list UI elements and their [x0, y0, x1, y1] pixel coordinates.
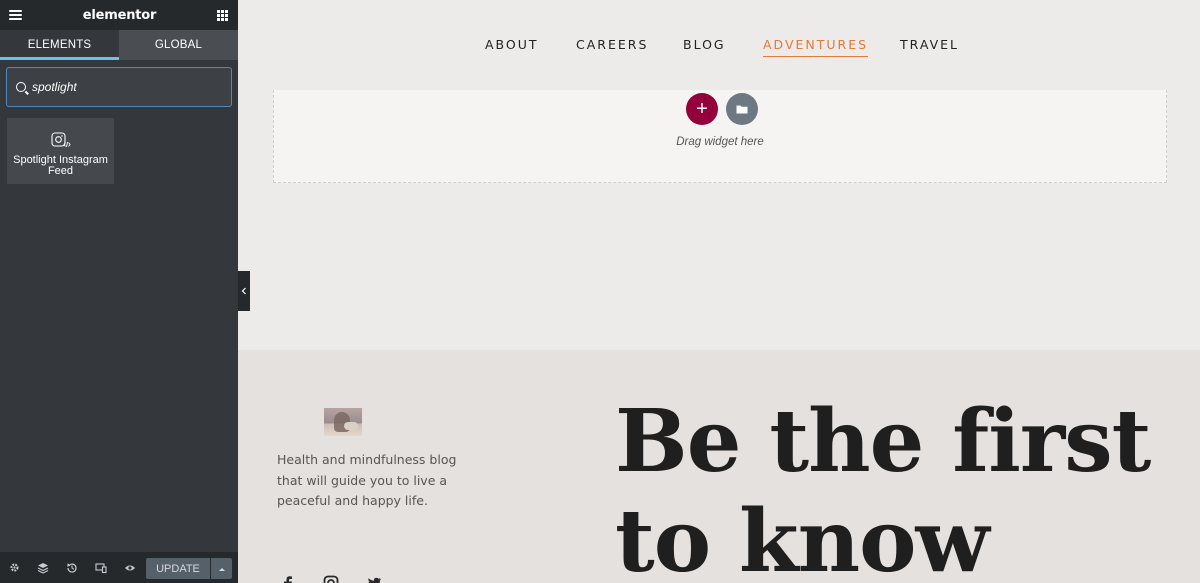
nav-item-travel[interactable]: TRAVEL [900, 37, 959, 52]
instagram-code-icon [50, 132, 71, 148]
add-section-button[interactable]: + [686, 93, 718, 125]
menu-icon[interactable] [9, 10, 22, 20]
nav-item-about[interactable]: ABOUT [485, 37, 539, 52]
nav-item-adventures[interactable]: ADVENTURES [763, 37, 869, 57]
drag-widget-hint: Drag widget here [676, 136, 764, 148]
tab-elements[interactable]: ELEMENTS [0, 30, 119, 60]
widget-label: Spotlight Instagram Feed [13, 154, 108, 177]
add-template-button[interactable] [726, 93, 758, 125]
chevron-left-icon [241, 287, 246, 295]
update-options-button[interactable] [211, 558, 232, 579]
panel-header: elementor [0, 0, 238, 30]
twitter-icon[interactable] [366, 575, 382, 583]
nav-item-blog[interactable]: BLOG [683, 37, 726, 52]
site-logo-image [324, 408, 362, 436]
responsive-icon[interactable] [95, 562, 107, 574]
update-button[interactable]: UPDATE [146, 558, 210, 579]
caret-up-icon [218, 567, 225, 571]
editor-panel: elementor ELEMENTS GLOBAL spotlight Spot… [0, 0, 238, 583]
facebook-icon[interactable] [280, 575, 296, 583]
collapse-panel-button[interactable] [238, 271, 250, 311]
newsletter-headline: Be the first to know [615, 391, 1151, 583]
apps-grid-icon[interactable] [217, 9, 228, 21]
panel-tabs: ELEMENTS GLOBAL [0, 30, 238, 60]
search-value[interactable]: spotlight [32, 80, 77, 94]
history-icon[interactable] [66, 562, 78, 574]
widget-spotlight-instagram-feed[interactable]: Spotlight Instagram Feed [7, 118, 114, 184]
layers-icon[interactable] [37, 562, 49, 574]
site-tagline: Health and mindfulness blog that will gu… [277, 452, 457, 508]
logo-detail [344, 422, 358, 430]
tab-global[interactable]: GLOBAL [119, 30, 238, 60]
folder-icon [736, 105, 748, 114]
brand-logo: elementor [82, 7, 157, 23]
preview-icon[interactable] [124, 562, 136, 574]
instagram-icon[interactable] [323, 575, 339, 583]
settings-icon[interactable] [8, 562, 20, 574]
search-icon [16, 82, 26, 92]
site-navigation: ABOUT CAREERS BLOG ADVENTURES TRAVEL [238, 0, 1200, 88]
panel-footer: UPDATE [0, 552, 238, 583]
nav-item-careers[interactable]: CAREERS [576, 37, 648, 52]
search-input[interactable]: spotlight [6, 67, 232, 107]
